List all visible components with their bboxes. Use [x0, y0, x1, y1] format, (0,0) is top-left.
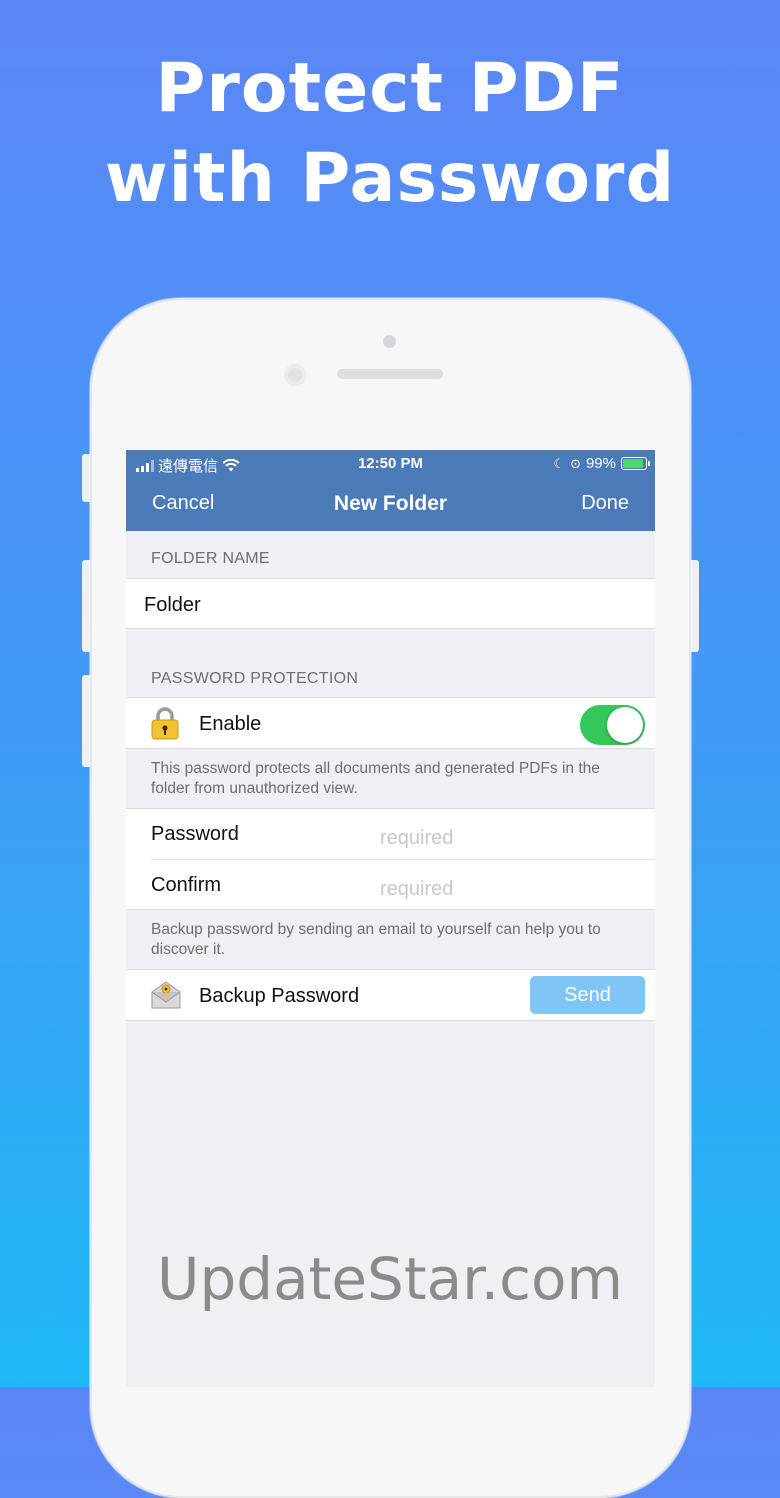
confirm-label: Confirm [151, 874, 222, 896]
password-note: This password protects all documents and… [151, 760, 600, 797]
status-bar: 遠傳電信 12:50 PM ☾ ⊙ 99% [126, 450, 655, 476]
backup-note: Backup password by sending an email to y… [151, 921, 601, 958]
enable-row: Enable [126, 697, 655, 749]
key-envelope-icon [151, 981, 181, 1009]
phone-sensor [383, 335, 396, 348]
confirm-input[interactable]: required [380, 878, 453, 901]
promo-headline: Protect PDF with Password [0, 44, 780, 224]
done-button[interactable]: Done [581, 492, 629, 515]
rotation-lock-icon: ⊙ [570, 455, 581, 471]
page-title: New Folder [333, 492, 448, 515]
front-camera [284, 364, 306, 386]
folder-name-value: Folder [144, 594, 201, 616]
watermark: UpdateStar.com [157, 1245, 623, 1313]
phone-speaker [337, 369, 443, 379]
moon-icon: ☾ [553, 455, 566, 471]
padlock-icon [151, 707, 179, 740]
send-button[interactable]: Send [530, 976, 645, 1014]
enable-label: Enable [199, 713, 262, 735]
headline-line-1: Protect PDF [155, 49, 625, 128]
enable-password-toggle[interactable] [580, 705, 645, 745]
toggle-knob [607, 707, 643, 743]
row-divider [151, 859, 655, 860]
headline-line-2: with Password [104, 139, 676, 218]
backup-password-row: Backup Password Send [126, 969, 655, 1021]
password-fields-group: Password required Confirm required [126, 808, 655, 910]
battery-icon [621, 457, 650, 470]
navigation-bar: 遠傳電信 12:50 PM ☾ ⊙ 99% Cancel New Folder … [126, 450, 655, 531]
battery-percent: 99% [585, 455, 616, 472]
password-label: Password [151, 823, 239, 845]
password-protection-header: PASSWORD PROTECTION [151, 670, 359, 687]
backup-password-label: Backup Password [199, 985, 360, 1007]
folder-name-field[interactable]: Folder [126, 578, 655, 629]
password-input[interactable]: required [380, 827, 453, 850]
folder-name-header: FOLDER NAME [151, 550, 270, 567]
